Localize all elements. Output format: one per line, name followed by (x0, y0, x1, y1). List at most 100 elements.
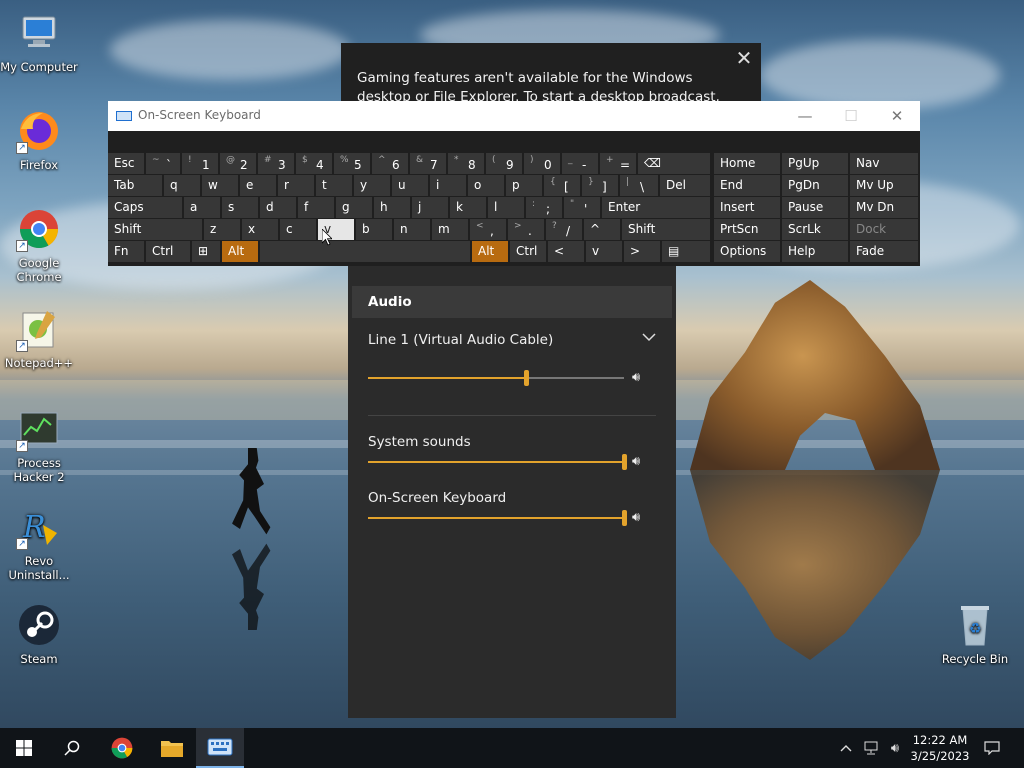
key-b[interactable]: b (356, 219, 392, 240)
key-4[interactable]: $4 (296, 153, 332, 174)
key-%3D[interactable]: + = (600, 153, 636, 174)
key-d[interactable]: d (260, 197, 296, 218)
key-z[interactable]: z (204, 219, 240, 240)
close-icon[interactable]: ✕ (733, 47, 755, 69)
key-ctrl[interactable]: Ctrl (510, 241, 546, 262)
key-o[interactable]: o (468, 175, 504, 196)
desktop-icon-process-hacker[interactable]: ↗ Process Hacker 2 (0, 406, 78, 484)
key-.[interactable]: >. (508, 219, 544, 240)
key-%E2%8A%9E[interactable]: ⊞ (192, 241, 220, 262)
key-mv-up[interactable]: Mv Up (850, 175, 918, 196)
key-alt[interactable]: Alt (222, 241, 258, 262)
key-end[interactable]: End (714, 175, 780, 196)
key-home[interactable]: Home (714, 153, 780, 174)
key-%2C[interactable]: <, (470, 219, 506, 240)
key-del[interactable]: Del (660, 175, 710, 196)
key-caps[interactable]: Caps (108, 197, 182, 218)
key-enter[interactable]: Enter (602, 197, 710, 218)
key-%E2%96%A4[interactable]: ▤ (662, 241, 710, 262)
key-'[interactable]: " ' (564, 197, 600, 218)
key-r[interactable]: r (278, 175, 314, 196)
key-c[interactable]: c (280, 219, 316, 240)
chevron-down-icon[interactable] (642, 330, 656, 344)
slider-thumb[interactable] (524, 370, 530, 386)
slider-thumb[interactable] (621, 510, 627, 526)
desktop-icon-recycle-bin[interactable]: ♻ Recycle Bin (936, 602, 1014, 666)
key-scrlk[interactable]: ScrLk (782, 219, 848, 240)
key-u[interactable]: u (392, 175, 428, 196)
key-fade[interactable]: Fade (850, 241, 918, 262)
maximize-icon[interactable]: ☐ (836, 105, 866, 127)
key-%5D[interactable]: }] (582, 175, 618, 196)
key-%2F[interactable]: ? / (546, 219, 582, 240)
network-icon[interactable] (860, 728, 882, 768)
notification-icon[interactable] (980, 728, 1004, 768)
key-7[interactable]: & 7 (410, 153, 446, 174)
key-nav[interactable]: Nav (850, 153, 918, 174)
key-%3C[interactable]: < (548, 241, 584, 262)
key-p[interactable]: p (506, 175, 542, 196)
taskbar-file-explorer-button[interactable] (148, 728, 196, 768)
key-%60[interactable]: ~ ` (146, 153, 180, 174)
speaker-icon[interactable]: 🔊︎ (632, 370, 650, 386)
key-s[interactable]: s (222, 197, 258, 218)
key-t[interactable]: t (316, 175, 352, 196)
key-pgup[interactable]: PgUp (782, 153, 848, 174)
key-w[interactable]: w (202, 175, 238, 196)
key--[interactable]: _ - (562, 153, 598, 174)
taskbar-osk-button[interactable] (196, 728, 244, 768)
key-1[interactable]: ! 1 (182, 153, 218, 174)
key-%E2%8C%AB[interactable]: ⌫ (638, 153, 710, 174)
speaker-icon[interactable]: 🔊︎ (632, 454, 650, 470)
key-%5B[interactable]: {[ (544, 175, 580, 196)
system-sounds-volume-slider[interactable] (368, 454, 627, 470)
start-button[interactable] (0, 728, 48, 768)
key-v[interactable]: v (586, 241, 622, 262)
key-tab[interactable]: Tab (108, 175, 162, 196)
key-0[interactable]: ) 0 (524, 153, 560, 174)
osk-volume-slider[interactable] (368, 510, 627, 526)
taskbar-chrome-button[interactable] (98, 728, 146, 768)
desktop-icon-revo[interactable]: R ↗ Revo Uninstall... (0, 504, 78, 582)
key-q[interactable]: q (164, 175, 200, 196)
key-x[interactable]: x (242, 219, 278, 240)
key-g[interactable]: g (336, 197, 372, 218)
desktop-icon-firefox[interactable]: ↗ Firefox (0, 108, 78, 172)
key-mv-dn[interactable]: Mv Dn (850, 197, 918, 218)
key-%5E[interactable]: ^ (584, 219, 620, 240)
key-space[interactable] (260, 241, 470, 262)
key-a[interactable]: a (184, 197, 220, 218)
key-e[interactable]: e (240, 175, 276, 196)
key-h[interactable]: h (374, 197, 410, 218)
key-help[interactable]: Help (782, 241, 848, 262)
key-y[interactable]: y (354, 175, 390, 196)
chevron-up-icon[interactable] (836, 728, 856, 768)
key-5[interactable]: % 5 (334, 153, 370, 174)
key-shift[interactable]: Shift (622, 219, 710, 240)
key-alt[interactable]: Alt (472, 241, 508, 262)
search-button[interactable] (48, 728, 96, 768)
key-n[interactable]: n (394, 219, 430, 240)
device-volume-slider[interactable] (368, 370, 624, 386)
key-insert[interactable]: Insert (714, 197, 780, 218)
key-f[interactable]: f (298, 197, 334, 218)
key-esc[interactable]: Esc (108, 153, 144, 174)
key-l[interactable]: l (488, 197, 524, 218)
slider-thumb[interactable] (621, 454, 627, 470)
clock[interactable]: 12:22 AM 3/25/2023 (900, 732, 980, 764)
minimize-icon[interactable]: — (790, 105, 820, 127)
key-fn[interactable]: Fn (108, 241, 144, 262)
desktop-icon-my-computer[interactable]: My Computer (0, 10, 78, 74)
key-k[interactable]: k (450, 197, 486, 218)
key-9[interactable]: (9 (486, 153, 522, 174)
close-icon[interactable]: ✕ (882, 105, 912, 127)
key-3[interactable]: #3 (258, 153, 294, 174)
audio-device-select[interactable]: Line 1 (Virtual Audio Cable) (368, 332, 553, 348)
key-shift[interactable]: Shift (108, 219, 202, 240)
key-%5C[interactable]: | \ (620, 175, 658, 196)
key-i[interactable]: i (430, 175, 466, 196)
key-prtscn[interactable]: PrtScn (714, 219, 780, 240)
key-options[interactable]: Options (714, 241, 780, 262)
key-ctrl[interactable]: Ctrl (146, 241, 190, 262)
desktop-icon-notepadpp[interactable]: ↗ Notepad++ (0, 306, 78, 370)
